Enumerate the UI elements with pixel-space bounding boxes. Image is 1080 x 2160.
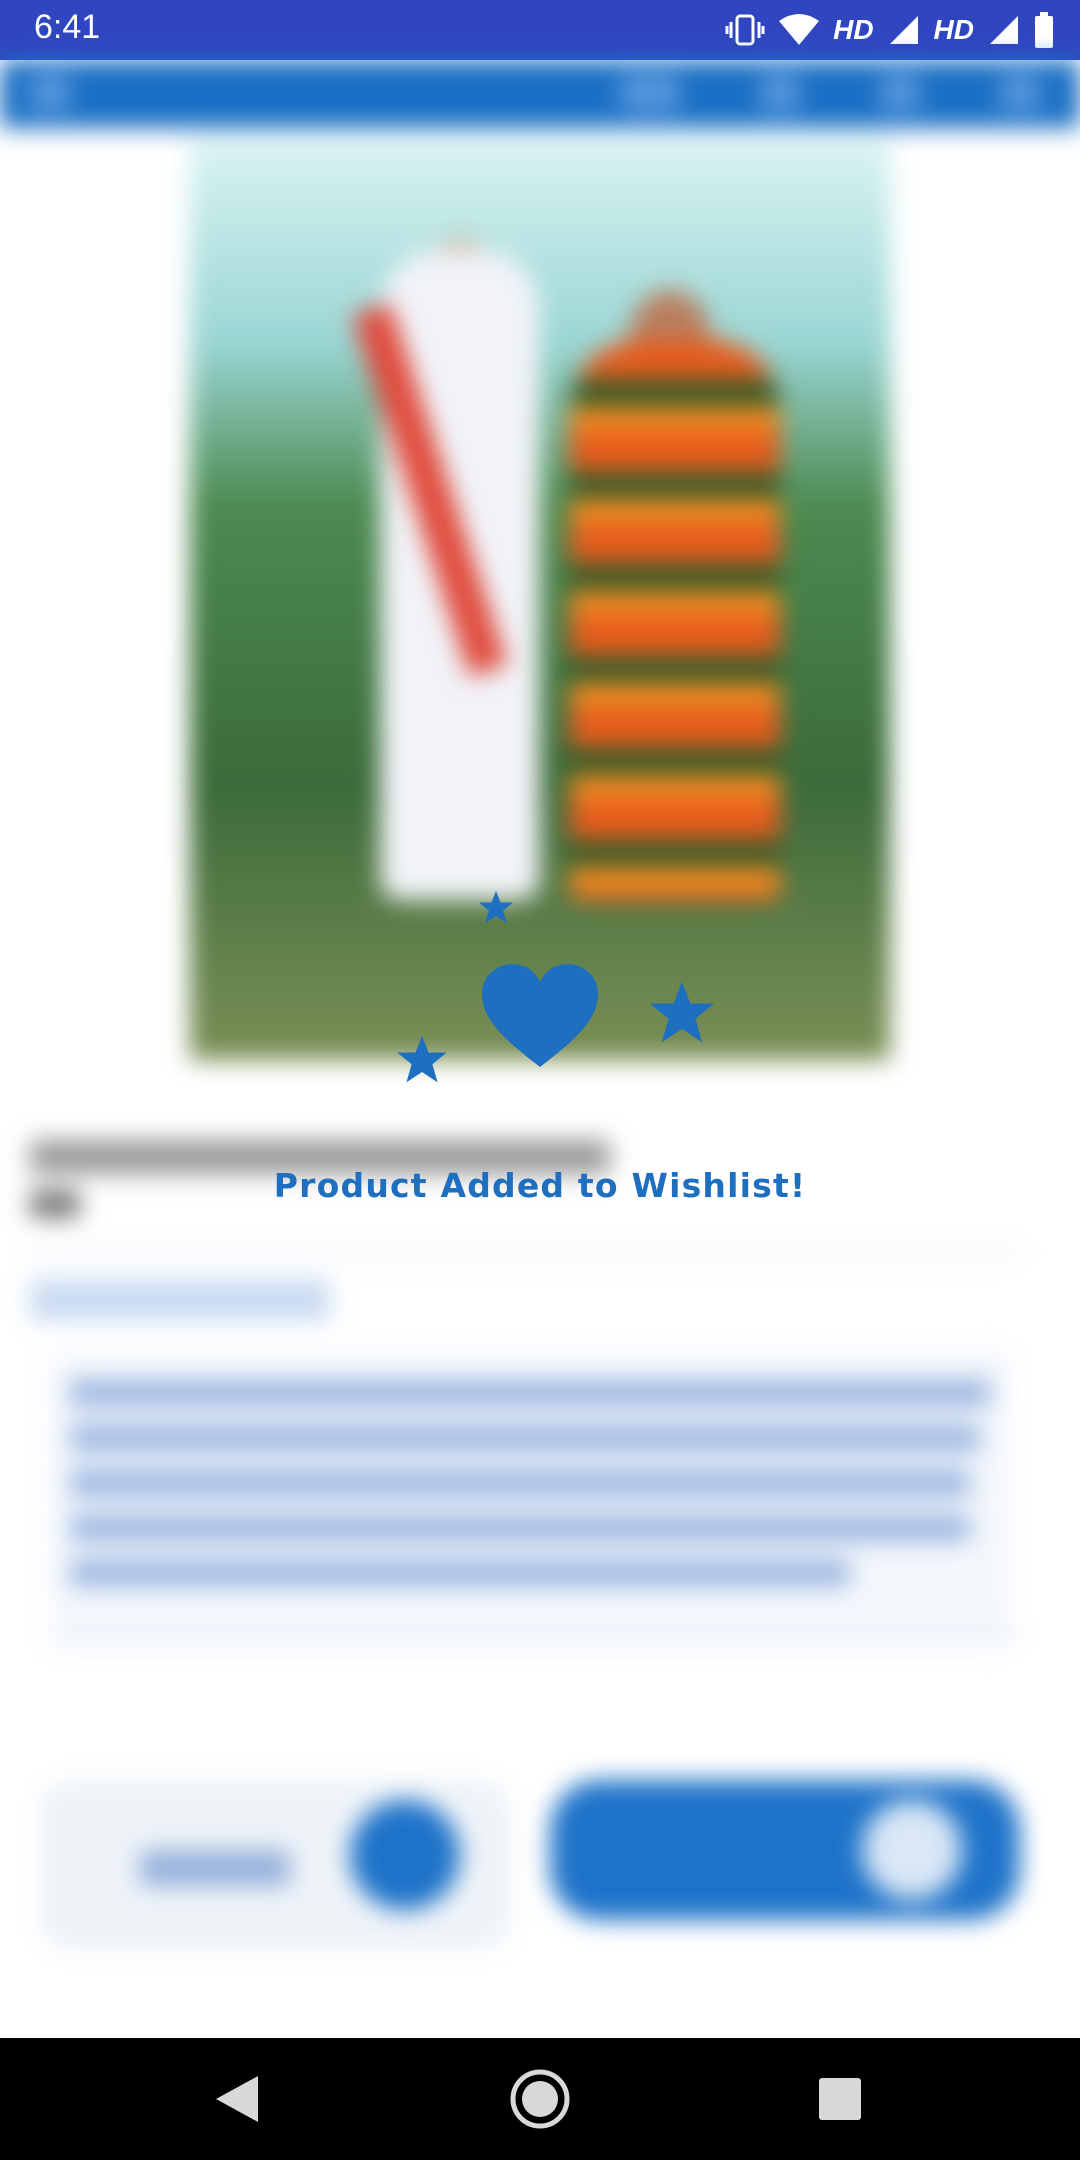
home-icon[interactable]: [503, 2062, 577, 2136]
wishlist-added-message: Product Added to Wishlist!: [273, 1166, 807, 1205]
star-icon: [397, 1035, 447, 1083]
back-icon[interactable]: [200, 2062, 274, 2136]
navigation-bar: [0, 2038, 1080, 2160]
recents-icon[interactable]: [803, 2062, 877, 2136]
star-icon: [479, 890, 513, 924]
star-icon: [650, 981, 714, 1043]
heart-icon: [482, 964, 598, 1067]
wishlist-confirmation-overlay: Product Added to Wishlist!: [0, 0, 1080, 2038]
